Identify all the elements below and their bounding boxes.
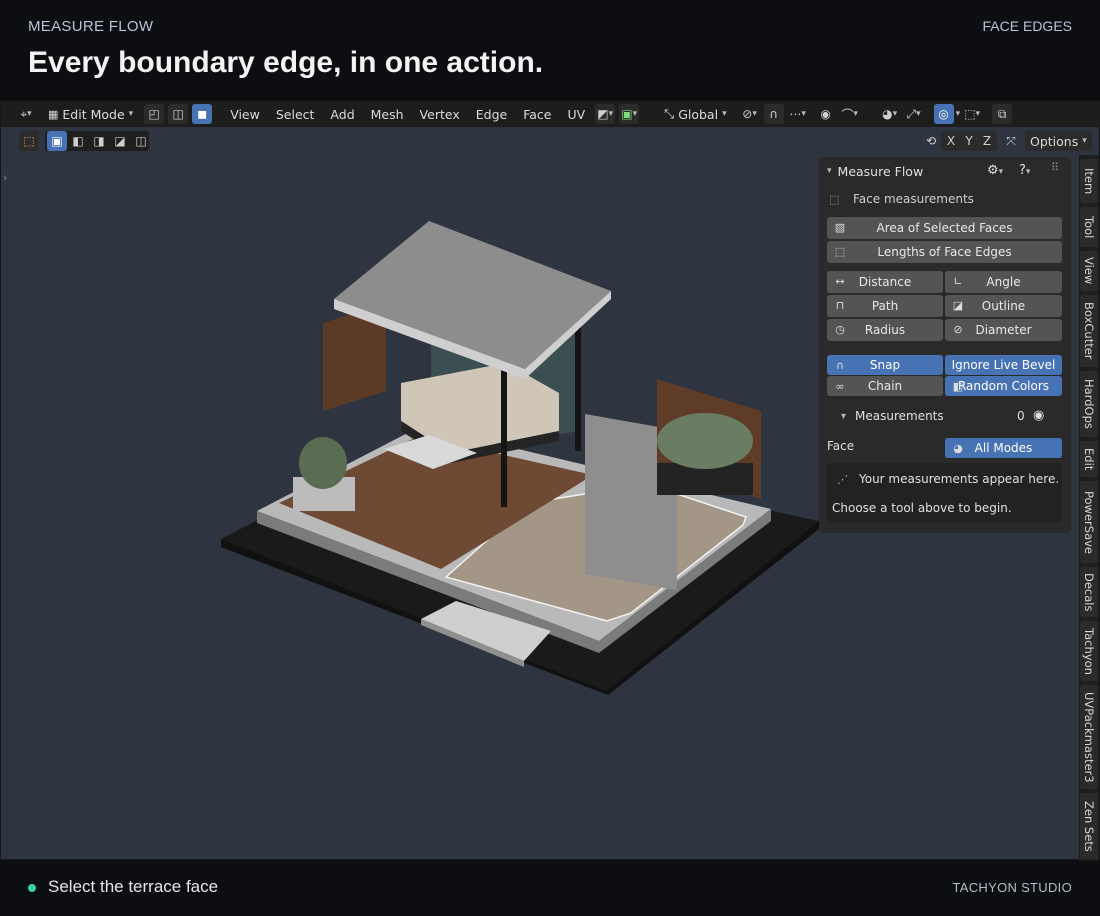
tab-edit[interactable]: Edit [1080, 441, 1098, 477]
path-icon: ⊓ [835, 298, 845, 312]
all-modes-toggle[interactable]: ◕ All Modes [945, 438, 1062, 458]
chevron-down-icon: ▾ [1082, 136, 1087, 146]
toolbar-expand-icon[interactable]: › [3, 171, 7, 184]
gear-icon[interactable]: ⚙▾ [987, 163, 1003, 178]
chain-toggle[interactable]: ∞ Chain [827, 376, 943, 396]
random-colors-toggle[interactable]: ◧ Random Colors [945, 376, 1062, 396]
area-button-label: Area of Selected Faces [876, 221, 1013, 235]
face-label: Face [827, 439, 855, 453]
drag-handle-icon[interactable]: ⠿ [1051, 161, 1059, 174]
scene-shrub-left [299, 437, 347, 489]
diameter-icon: ⊘ [953, 322, 963, 336]
path-label: Path [871, 299, 899, 313]
headline: Every boundary edge, in one action. [28, 46, 544, 79]
ignore-live-bevel-label: Ignore Live Bevel [951, 358, 1056, 372]
tab-powersave[interactable]: PowerSave [1080, 481, 1098, 563]
chain-icon: ∞ [835, 379, 845, 393]
brand-label: TACHYON STUDIO [952, 880, 1072, 895]
help-icon[interactable]: ?▾ [1019, 163, 1030, 178]
tab-hardops[interactable]: HardOps [1080, 371, 1098, 437]
tab-tachyon[interactable]: Tachyon [1080, 621, 1098, 681]
panel-header[interactable]: ▾ Measure Flow [827, 161, 923, 181]
chevron-down-icon[interactable]: ▾ [841, 411, 846, 422]
tab-view[interactable]: View [1080, 251, 1098, 291]
ignore-live-bevel-toggle[interactable]: Ignore Live Bevel [945, 355, 1062, 375]
chevron-down-icon: ▾ [827, 166, 832, 176]
eyebrow-right-label: FACE EDGES [982, 18, 1072, 34]
area-selected-faces-button[interactable]: ▧ Area of Selected Faces [827, 217, 1062, 239]
edges-button-label: Lengths of Face Edges [877, 245, 1012, 259]
tab-item[interactable]: Item [1080, 159, 1098, 203]
snap-label: Snap [869, 358, 901, 372]
eyebrow-label: MEASURE FLOW [28, 18, 154, 35]
tab-uvpackmaster3[interactable]: UVPackmaster3 [1080, 685, 1098, 789]
radius-button[interactable]: ◷ Radius [827, 319, 943, 341]
angle-icon: ∟ [953, 274, 963, 288]
chain-label: Chain [867, 379, 903, 393]
measure-hint-icon: ⋰ [837, 473, 848, 486]
blender-window: ⌖ ▾ ▦ Edit Mode ▾ ◰ ◫ ◼ View Select Add Mes… [0, 100, 1100, 861]
eye-icon[interactable]: ◉ [1033, 408, 1044, 423]
distance-button[interactable]: ↔ Distance [827, 271, 943, 293]
distance-icon: ↔ [835, 274, 845, 288]
hint-box: ⋰ Your measurements appear here. Choose … [827, 463, 1062, 523]
tab-boxcutter[interactable]: BoxCutter [1080, 295, 1098, 367]
random-colors-label: Random Colors [957, 379, 1050, 393]
radius-label: Radius [864, 323, 906, 337]
area-icon: ▧ [834, 220, 846, 234]
panel-title: Measure Flow [837, 163, 924, 179]
hint-line-2: Choose a tool above to begin. [832, 501, 1012, 515]
outline-label: Outline [981, 299, 1026, 313]
measurements-header[interactable]: Measurements [855, 409, 944, 423]
modes-icon: ◕ [953, 441, 963, 455]
section-label: Face measurements [853, 192, 974, 206]
angle-label: Angle [986, 275, 1021, 289]
tab-decals[interactable]: Decals [1080, 567, 1098, 617]
path-button[interactable]: ⊓ Path [827, 295, 943, 317]
all-modes-label: All Modes [974, 441, 1033, 455]
measurements-count: 0 [1017, 409, 1025, 423]
top-banner: MEASURE FLOW FACE EDGES Every boundary e… [0, 0, 1100, 100]
hint-line-1: Your measurements appear here. [859, 472, 1060, 486]
radius-icon: ◷ [835, 322, 845, 336]
scene-shrub-right [657, 413, 753, 469]
measure-flow-panel: ▾ Measure Flow ⚙▾ ?▾ ⠿ ⬚ Face measurement… [819, 157, 1071, 533]
diameter-label: Diameter [975, 323, 1032, 337]
sidebar-tabs: Item Tool View BoxCutter HardOps Edit Po… [1079, 155, 1099, 861]
tab-zen-sets[interactable]: Zen Sets [1080, 793, 1098, 859]
status-indicator [28, 884, 36, 892]
status-text: Select the terrace face [48, 877, 219, 896]
outline-icon: ◪ [952, 298, 964, 312]
face-measurements-icon: ⬚ [829, 193, 840, 206]
snap-toggle[interactable]: ∩ Snap [827, 355, 943, 375]
palette-icon: ◧ [952, 379, 964, 393]
diameter-button[interactable]: ⊘ Diameter [945, 319, 1062, 341]
edges-icon: ⬚ [834, 244, 846, 258]
magnet-icon: ∩ [835, 358, 845, 372]
face-edge-lengths-button[interactable]: ⬚ Lengths of Face Edges [827, 241, 1062, 263]
distance-label: Distance [858, 275, 912, 289]
outline-button[interactable]: ◪ Outline [945, 295, 1062, 317]
tab-tool[interactable]: Tool [1080, 207, 1098, 247]
angle-button[interactable]: ∟ Angle [945, 271, 1062, 293]
